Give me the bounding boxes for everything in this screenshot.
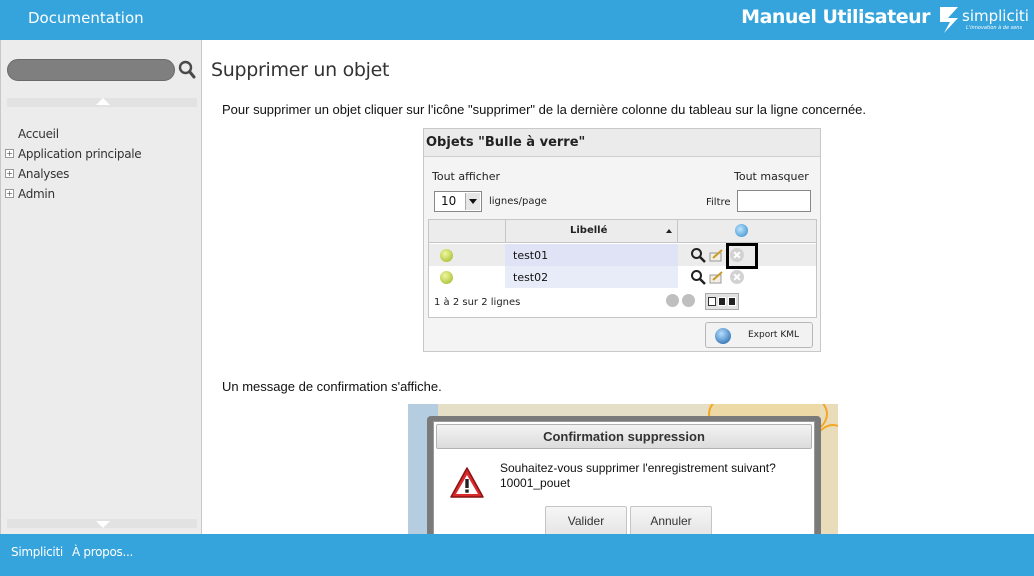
globe-icon: [715, 328, 731, 344]
chevron-left-icon: [666, 294, 679, 307]
confirm-paragraph: Un message de confirmation s'affiche.: [222, 379, 442, 394]
cancel-button: Annuler: [630, 506, 712, 534]
export-kml-label: Export KML: [748, 330, 800, 340]
manual-title: Manuel Utilisateur: [741, 6, 930, 28]
row-label: test02: [513, 271, 549, 284]
status-dot-icon: [440, 271, 453, 284]
sidebar-scroll-up[interactable]: [7, 98, 197, 107]
expand-icon[interactable]: +: [5, 189, 14, 198]
dialog-title-bar: Confirmation suppression: [436, 424, 812, 449]
sidebar: Accueil + Application principale + Analy…: [0, 40, 202, 534]
sidebar-item-admin[interactable]: + Admin: [4, 184, 200, 204]
export-doc-icon: [708, 297, 716, 306]
export-image-icon: [728, 297, 736, 306]
warning-icon: [450, 467, 484, 498]
filter-input: [737, 190, 811, 212]
pager-arrows: [666, 294, 698, 308]
screenshot-objects-table: Objets "Bulle à verre" Tout afficher Tou…: [423, 128, 821, 352]
expand-icon[interactable]: +: [5, 169, 14, 178]
filter-label: Filtre: [706, 197, 731, 208]
delete-icon: [730, 270, 744, 284]
footer-bar: Simpliciti À propos...: [0, 534, 1034, 576]
chevron-down-icon: [465, 193, 480, 210]
sidebar-nav: Accueil + Application principale + Analy…: [4, 124, 200, 204]
export-kml-button: Export KML: [705, 322, 813, 348]
row-label: test01: [513, 249, 549, 262]
sidebar-item-label: Analyses: [18, 167, 70, 181]
delete-icon-highlight: [726, 243, 758, 269]
column-header-label: Libellé: [570, 225, 608, 236]
simpliciti-logo[interactable]: simpliciti L'innovation à de sens: [936, 5, 1029, 37]
lines-per-page-label: lignes/page: [489, 196, 547, 207]
dialog-record-name: 10001_pouet: [500, 476, 571, 490]
pagination-text: 1 à 2 sur 2 lignes: [434, 297, 521, 308]
footer-link-simpliciti[interactable]: Simpliciti: [11, 545, 63, 559]
export-buttons: [705, 293, 739, 310]
screenshot-confirmation-dialog: Confirmation suppression Souhaitez-vous …: [408, 404, 838, 534]
column-header-libelle: Libellé: [505, 220, 678, 243]
header-bar: Documentation Manuel Utilisateur simplic…: [0, 0, 1034, 40]
table-panel-header: Objets "Bulle à verre": [424, 129, 820, 157]
validate-button: Valider: [545, 506, 627, 534]
search-input[interactable]: [7, 59, 175, 81]
view-icon: [691, 270, 706, 285]
table-cell: test01: [505, 244, 678, 266]
status-dot-icon: [440, 249, 453, 262]
page-size-select: 10: [434, 191, 482, 212]
expand-icon[interactable]: +: [5, 149, 14, 158]
table-panel-title: Objets "Bulle à verre": [426, 135, 586, 150]
sort-asc-icon: [666, 229, 672, 233]
intro-paragraph: Pour supprimer un objet cliquer sur l'ic…: [222, 102, 867, 117]
dialog-message-line: Souhaitez-vous supprimer l'enregistremen…: [500, 461, 776, 475]
dialog-title: Confirmation suppression: [543, 429, 705, 444]
chevron-down-icon: [96, 521, 110, 528]
edit-icon: [709, 271, 723, 284]
page-title: Supprimer un objet: [211, 59, 390, 81]
page-size-value: 10: [441, 194, 457, 208]
logo-tagline: L'innovation à de sens: [966, 25, 1023, 31]
table-row: test02: [429, 266, 816, 288]
sidebar-item-label: Accueil: [18, 127, 59, 141]
chevron-up-icon: [96, 98, 110, 105]
confirmation-dialog: Confirmation suppression Souhaitez-vous …: [433, 421, 815, 534]
show-all-link: Tout afficher: [432, 170, 501, 183]
main-content: Supprimer un objet Pour supprimer un obj…: [203, 40, 1034, 534]
chevron-right-icon: [682, 294, 695, 307]
logo-name: simpliciti: [962, 7, 1029, 25]
hide-all-link: Tout masquer: [734, 170, 809, 183]
grid-header: Libellé: [429, 220, 816, 243]
export-table-icon: [718, 297, 726, 306]
sidebar-item-accueil[interactable]: Accueil: [4, 124, 200, 144]
sidebar-scroll-down[interactable]: [7, 519, 197, 528]
view-icon: [691, 248, 706, 263]
dialog-message: Souhaitez-vous supprimer l'enregistremen…: [500, 461, 776, 491]
sidebar-item-application-principale[interactable]: + Application principale: [4, 144, 200, 164]
sidebar-item-label: Application principale: [18, 147, 142, 161]
globe-icon: [735, 224, 748, 237]
objects-grid: Libellé test01 test02 1 à 2 sur 2 lignes: [428, 219, 817, 318]
footer-link-about[interactable]: À propos...: [72, 545, 133, 559]
edit-icon: [709, 249, 723, 262]
sidebar-item-analyses[interactable]: + Analyses: [4, 164, 200, 184]
simpliciti-logo-icon: [940, 7, 958, 33]
table-cell: test02: [505, 266, 678, 288]
search-icon[interactable]: [178, 60, 196, 80]
sidebar-item-label: Admin: [18, 187, 55, 201]
documentation-title[interactable]: Documentation: [28, 9, 144, 27]
